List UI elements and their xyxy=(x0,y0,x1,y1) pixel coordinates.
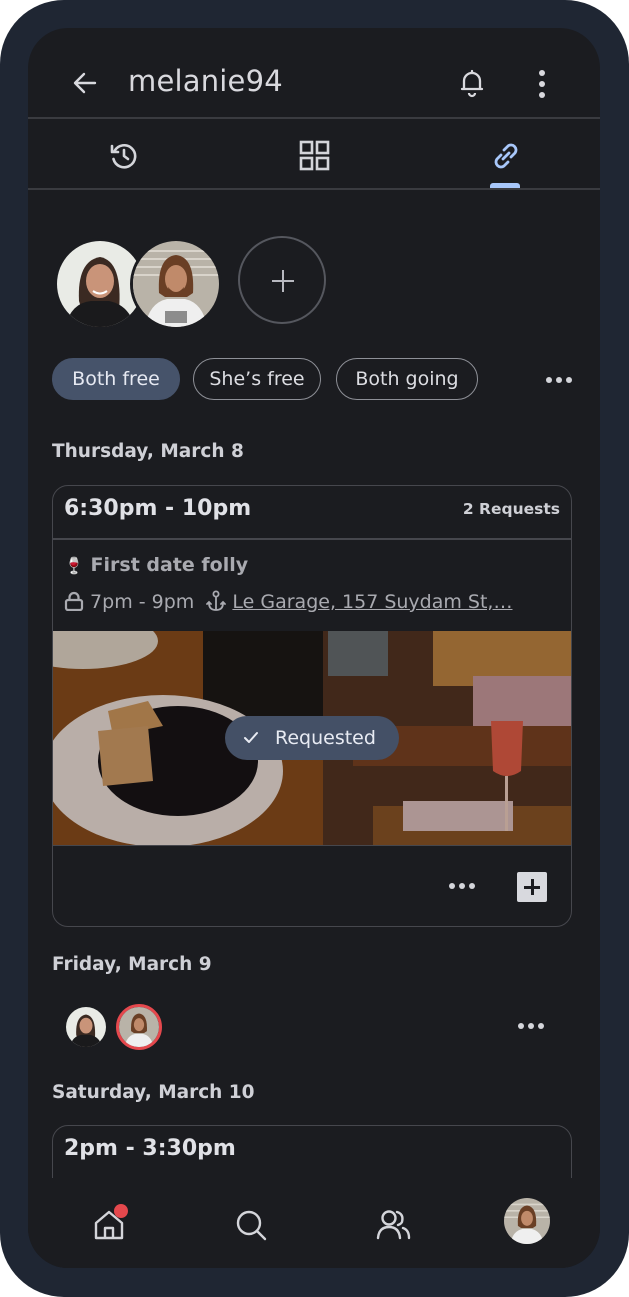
day-heading: Friday, March 9 xyxy=(52,954,212,975)
day-heading: Saturday, March 10 xyxy=(52,1082,255,1103)
anchor-icon xyxy=(206,590,227,611)
grid-icon xyxy=(299,140,330,171)
event-time: 7pm - 9pm xyxy=(90,591,195,613)
filter-chips: Both free She’s free Both going xyxy=(52,358,582,404)
tab-history[interactable] xyxy=(28,120,218,188)
back-arrow-icon[interactable] xyxy=(70,68,100,98)
nav-profile[interactable] xyxy=(504,1198,550,1244)
bell-icon[interactable] xyxy=(458,68,486,98)
event-location-link[interactable]: Le Garage, 157 Suydam St,… xyxy=(232,591,512,613)
nav-home[interactable] xyxy=(92,1204,132,1244)
event-meta: 7pm - 9pm Le Garage, 157 Suydam St,… xyxy=(64,590,512,613)
more-vert-icon[interactable] xyxy=(530,68,554,100)
page-title: melanie94 xyxy=(128,64,283,98)
more-horiz-icon[interactable] xyxy=(546,372,576,386)
more-horiz-icon[interactable] xyxy=(449,878,479,892)
link-icon xyxy=(494,143,518,169)
tab-grid[interactable] xyxy=(219,120,409,188)
requested-status-button[interactable]: Requested xyxy=(225,716,399,760)
event-title[interactable]: 🍷 First date folly xyxy=(64,554,248,576)
nav-search[interactable] xyxy=(234,1204,274,1244)
people-icon xyxy=(376,1210,411,1240)
day-heading: Thursday, March 8 xyxy=(52,441,244,462)
bottom-nav xyxy=(28,1178,600,1268)
lock-icon xyxy=(64,591,84,612)
search-icon xyxy=(236,1210,267,1241)
nav-people[interactable] xyxy=(376,1204,416,1244)
event-photo[interactable]: Requested xyxy=(53,631,571,846)
partner-avatar-highlighted[interactable] xyxy=(116,1004,162,1050)
divider xyxy=(28,188,600,190)
availability-row xyxy=(64,1004,584,1054)
check-icon xyxy=(244,732,258,743)
history-icon xyxy=(110,144,137,169)
divider xyxy=(53,538,571,540)
tab-link[interactable] xyxy=(410,120,600,188)
notification-badge xyxy=(114,1204,128,1218)
divider xyxy=(28,117,600,119)
slot-time: 2pm - 3:30pm xyxy=(64,1136,236,1161)
tab-bar xyxy=(28,120,600,188)
app-screen: melanie94 Both free She’s free Both goin… xyxy=(28,28,600,1268)
time-slot-card[interactable]: 6:30pm - 10pm 2 Requests 🍷 First date fo… xyxy=(52,485,572,927)
more-horiz-icon[interactable] xyxy=(518,1018,548,1032)
app-bar: melanie94 xyxy=(28,28,600,118)
add-participant-button[interactable] xyxy=(238,236,326,324)
chip-shes-free[interactable]: She’s free xyxy=(193,358,321,400)
chip-both-free[interactable]: Both free xyxy=(52,358,180,400)
add-event-button[interactable] xyxy=(517,872,547,902)
requests-count[interactable]: 2 Requests xyxy=(463,500,560,518)
melanie-avatar[interactable] xyxy=(66,1007,106,1047)
partner-avatar[interactable] xyxy=(130,238,222,330)
wine-glass-icon: 🍷 xyxy=(64,556,84,575)
slot-time: 6:30pm - 10pm xyxy=(64,496,252,521)
chip-both-going[interactable]: Both going xyxy=(336,358,478,400)
profile-avatar xyxy=(504,1198,550,1244)
